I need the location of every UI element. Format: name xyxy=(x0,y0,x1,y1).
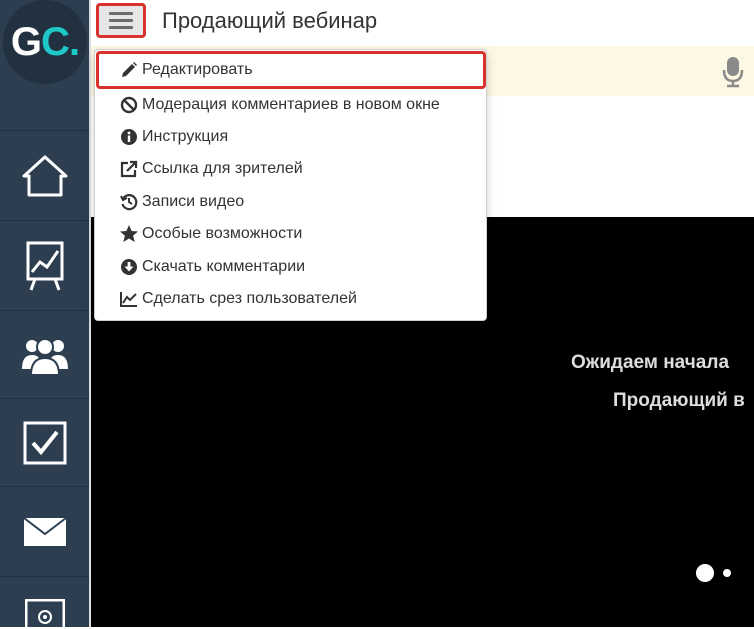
logo-letter-g: G xyxy=(10,19,42,64)
menu-item-moderation[interactable]: Модерация комментариев в новом окне xyxy=(95,89,486,121)
menu-item-user-snapshot[interactable]: Сделать срез пользователей xyxy=(95,283,486,315)
info-icon xyxy=(119,128,139,146)
menu-item-label: Инструкция xyxy=(142,128,229,145)
menu-item-viewer-link[interactable]: Ссылка для зрителей xyxy=(95,153,486,185)
sidebar-item-users[interactable] xyxy=(0,310,89,398)
page-title: Продающий вебинар xyxy=(162,8,378,33)
menu-item-special-features[interactable]: Особые возможности xyxy=(95,218,486,250)
slider-dot-active[interactable] xyxy=(696,564,714,582)
star-icon xyxy=(119,225,139,243)
menu-item-instructions[interactable]: Инструкция xyxy=(95,121,486,153)
checkbox-icon xyxy=(23,421,66,464)
menu-item-label: Редактировать xyxy=(142,61,253,78)
menu-item-label: Сделать срез пользователей xyxy=(142,290,357,307)
sidebar-item-messages[interactable] xyxy=(0,486,89,576)
history-icon xyxy=(119,193,139,211)
external-link-icon xyxy=(119,160,139,178)
hamburger-icon-line-3 xyxy=(109,26,133,29)
slider-dot[interactable] xyxy=(723,569,731,577)
sidebar: GC. xyxy=(0,0,89,629)
hamburger-icon-line-2 xyxy=(109,19,133,22)
logo-dot: . xyxy=(68,19,80,64)
download-icon xyxy=(119,258,139,276)
pencil-icon xyxy=(119,61,139,79)
menu-item-label: Ссылка для зрителей xyxy=(142,160,303,177)
sidebar-item-home[interactable] xyxy=(0,130,89,220)
ban-icon xyxy=(119,96,139,114)
menu-dropdown: Редактировать Модерация комментариев в н… xyxy=(94,49,487,321)
users-icon xyxy=(21,337,68,375)
menu-item-label: Особые возможности xyxy=(142,225,303,242)
chart-board-icon xyxy=(26,241,63,291)
line-chart-icon xyxy=(119,290,139,308)
home-icon xyxy=(22,155,67,196)
microphone-icon[interactable] xyxy=(722,56,744,88)
video-title: Продающий в xyxy=(613,390,745,411)
mail-icon xyxy=(22,516,67,546)
menu-toggle-button[interactable] xyxy=(96,3,146,38)
logo-letter-c: C xyxy=(41,19,70,64)
settings-icon xyxy=(24,599,65,629)
hamburger-icon-line-1 xyxy=(109,12,133,15)
menu-item-download-comments[interactable]: Скачать комментарии xyxy=(95,251,486,283)
menu-item-label: Модерация комментариев в новом окне xyxy=(142,96,440,113)
logo[interactable]: GC. xyxy=(3,0,87,84)
menu-item-label: Записи видео xyxy=(142,193,245,210)
menu-item-label: Скачать комментарии xyxy=(142,258,306,275)
sidebar-item-tasks[interactable] xyxy=(0,398,89,486)
menu-item-edit[interactable]: Редактировать xyxy=(96,51,486,89)
sidebar-item-statistics[interactable] xyxy=(0,220,89,310)
menu-item-video-records[interactable]: Записи видео xyxy=(95,186,486,218)
waiting-text: Ожидаем начала xyxy=(571,352,730,373)
sidebar-item-settings[interactable] xyxy=(0,576,89,629)
